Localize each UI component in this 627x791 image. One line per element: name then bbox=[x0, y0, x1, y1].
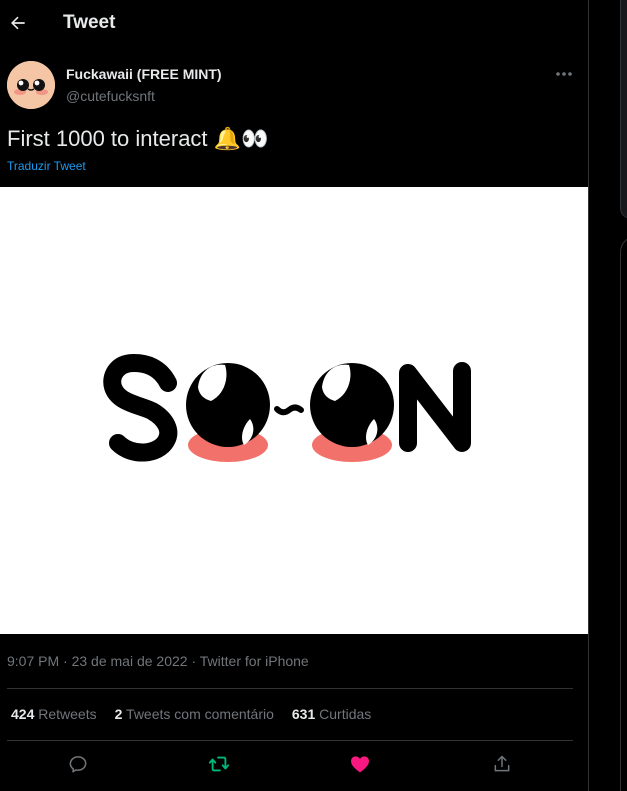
tweet-date[interactable]: 23 de mai de 2022 bbox=[72, 653, 188, 669]
app-root: Tweet Fuckawaii (FREE MINT) @cutefucksnf… bbox=[0, 0, 627, 791]
column-divider bbox=[588, 0, 589, 791]
sidebar-panel bbox=[620, 236, 627, 791]
retweets-label: Retweets bbox=[34, 706, 97, 722]
tweet-actions-bar bbox=[0, 752, 588, 776]
kawaii-face-avatar bbox=[7, 61, 55, 109]
retweets-count: 424 bbox=[11, 706, 35, 722]
sidebar-card bbox=[620, 0, 627, 219]
tweet-stats: 424 Retweets 2 Tweets com comentário 631… bbox=[11, 706, 371, 722]
tweet-media-image[interactable] bbox=[0, 187, 588, 634]
tweet-time[interactable]: 9:07 PM bbox=[7, 653, 59, 669]
reply-button[interactable] bbox=[66, 752, 90, 776]
tweet-source[interactable]: Twitter for iPhone bbox=[200, 653, 309, 669]
reply-icon bbox=[69, 756, 87, 773]
divider bbox=[7, 688, 573, 689]
quotes-label: Tweets com comentário bbox=[122, 706, 274, 722]
heart-icon bbox=[351, 756, 369, 773]
divider bbox=[7, 740, 573, 741]
retweets-stat[interactable]: 424 Retweets bbox=[11, 706, 97, 722]
author-handle[interactable]: @cutefucksnft bbox=[66, 88, 155, 104]
tweet-text: First 1000 to interact 🔔👀 bbox=[7, 126, 269, 151]
quotes-stat[interactable]: 2 Tweets com comentário bbox=[115, 706, 274, 722]
more-dots-icon bbox=[556, 72, 572, 76]
retweet-button[interactable] bbox=[207, 752, 231, 776]
arrow-left-icon bbox=[11, 16, 25, 30]
soon-logo-image bbox=[0, 187, 588, 634]
like-button[interactable] bbox=[348, 752, 372, 776]
author-name[interactable]: Fuckawaii (FREE MINT) bbox=[66, 66, 222, 82]
tweet-meta: 9:07 PM · 23 de mai de 2022 · Twitter fo… bbox=[7, 653, 309, 669]
meta-separator: · bbox=[59, 653, 72, 669]
page-header: Tweet bbox=[0, 0, 588, 48]
retweet-icon bbox=[208, 756, 230, 772]
tweet-detail-column: Tweet Fuckawaii (FREE MINT) @cutefucksnf… bbox=[0, 0, 588, 791]
back-button[interactable] bbox=[6, 9, 30, 37]
meta-separator: · bbox=[187, 653, 200, 669]
share-icon bbox=[494, 755, 510, 772]
translate-tweet-link[interactable]: Traduzir Tweet bbox=[7, 159, 86, 173]
author-avatar[interactable] bbox=[7, 61, 55, 109]
likes-label: Curtidas bbox=[315, 706, 372, 722]
share-button[interactable] bbox=[490, 752, 514, 776]
likes-stat[interactable]: 631 Curtidas bbox=[292, 706, 371, 722]
page-title: Tweet bbox=[63, 12, 116, 33]
likes-count: 631 bbox=[291, 706, 316, 722]
more-options-button[interactable] bbox=[553, 64, 575, 84]
